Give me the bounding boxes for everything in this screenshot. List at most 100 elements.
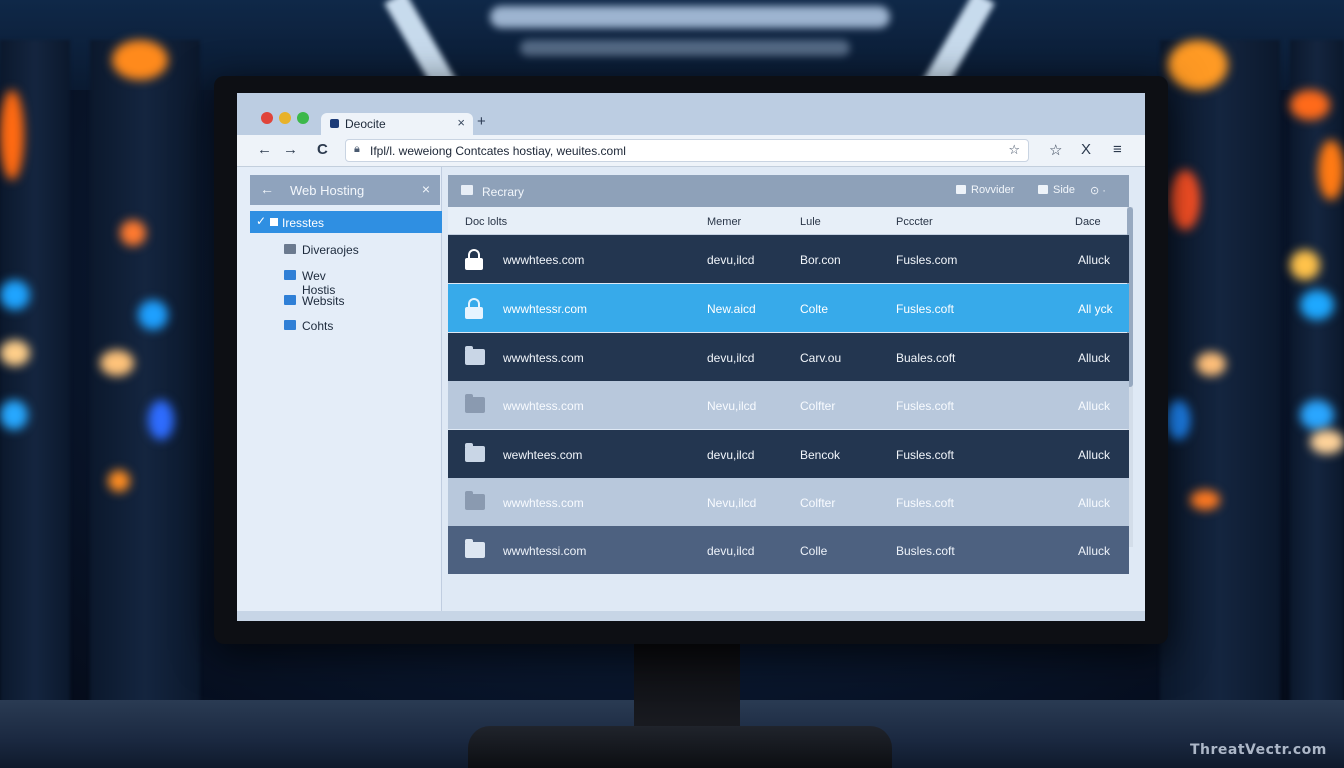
server-led — [1318, 140, 1344, 200]
table-cell-member: Nevu,ilcd — [707, 399, 757, 413]
ceiling-light — [520, 40, 850, 56]
table-cell-rule: Bencok — [800, 448, 841, 462]
folder-icon — [284, 320, 296, 330]
table-cell-rule: Colfter — [800, 496, 836, 510]
table-cell-date: Alluck — [1078, 448, 1111, 462]
table-row[interactable]: wewhtees.com devu,ilcd Bencok Fusles.coft Al… — [448, 430, 1129, 478]
lock-icon: 🔒︎ — [354, 143, 360, 155]
side-button[interactable]: Side — [1038, 184, 1075, 196]
forward-arrow-icon[interactable]: → — [283, 141, 298, 158]
table-cell-date: All yck — [1078, 302, 1113, 316]
table-row[interactable]: wwwhtessi.com devu,ilcd Colle Busles.coft Al… — [448, 526, 1129, 574]
table-row[interactable]: wwwhtess.com Nevu,ilcd Colfter Fusles.coft A… — [448, 478, 1129, 526]
folder-icon — [465, 346, 487, 367]
main-title: Recrary — [482, 185, 525, 199]
sidebar-item-selected[interactable]: ✓ Iresstes — [250, 211, 442, 233]
browser-tabbar: Deocite × + — [237, 93, 1145, 135]
server-led — [100, 350, 134, 376]
reload-icon[interactable]: C — [317, 141, 328, 158]
back-arrow-icon[interactable]: ← — [257, 141, 272, 158]
minimize-window-dot[interactable] — [279, 112, 291, 124]
table-cell-member: Nevu,ilcd — [707, 496, 757, 510]
monitor-stand-base — [468, 726, 892, 768]
provider-button[interactable]: Rovvider — [956, 184, 1014, 196]
server-rack — [90, 40, 200, 720]
new-tab-button[interactable]: + — [477, 113, 486, 130]
server-led — [1290, 250, 1320, 280]
column-header[interactable]: Pcccter — [896, 216, 933, 228]
table-cell-rule: Bor.con — [800, 253, 841, 267]
folder-icon — [465, 394, 487, 415]
table-cell-domain: wwwhtess.com — [503, 399, 584, 413]
maximize-window-dot[interactable] — [297, 112, 309, 124]
server-led — [1190, 490, 1220, 510]
bookmark-star-icon[interactable]: ☆ — [1008, 142, 1020, 158]
sidebar-header: ← Web Hosting × — [250, 175, 440, 205]
settings-dropdown[interactable]: ⊙ · — [1090, 184, 1106, 197]
table-cell-member: devu,ilcd — [707, 544, 755, 558]
column-header[interactable]: Lule — [800, 216, 821, 228]
table-row[interactable]: wwwhtees.com devu,ilcd Bor.con Fusles.com Al… — [448, 235, 1129, 283]
folder-icon — [465, 443, 487, 464]
server-led — [120, 220, 146, 246]
table-cell-porter: Fusles.coft — [896, 399, 955, 413]
hosting-app: ← Web Hosting × ✓ Iresstes Diveraojes We… — [237, 167, 1145, 621]
server-led — [108, 470, 130, 492]
table-row[interactable]: wwwhtess.com Nevu,ilcd Colfter Fusles.coft A… — [448, 381, 1129, 429]
table-cell-porter: Fusles.coft — [896, 448, 955, 462]
provider-label: Rovvider — [971, 184, 1015, 196]
table-cell-date: Alluck — [1078, 496, 1111, 510]
provider-icon — [956, 185, 966, 194]
tab-close-icon[interactable]: × — [457, 115, 465, 130]
server-led — [0, 340, 30, 366]
table-row[interactable]: wwwhtess.com devu,ilcd Carv.ou Buales.coft A… — [448, 333, 1129, 381]
bookmarks-icon[interactable]: ☆ — [1049, 141, 1062, 159]
extensions-icon[interactable]: X — [1081, 141, 1091, 158]
check-icon: ✓ — [256, 214, 267, 228]
server-led — [148, 400, 174, 440]
server-led — [138, 300, 168, 330]
close-window-dot[interactable] — [261, 112, 273, 124]
sidebar-back-icon[interactable]: ← — [260, 181, 274, 197]
server-led — [0, 90, 24, 180]
sidebar-item-label: Websits — [302, 294, 345, 308]
server-led — [0, 280, 30, 310]
column-header[interactable]: Doc lolts — [465, 216, 507, 228]
side-label: Side — [1053, 184, 1076, 196]
table-cell-rule: Colte — [800, 302, 829, 316]
sidebar: ← Web Hosting × ✓ Iresstes Diveraojes We… — [237, 167, 442, 611]
main-header: Recrary Rovvider Side ⊙ · — [448, 175, 1129, 207]
column-header[interactable]: Dace — [1075, 216, 1101, 228]
folder-icon — [465, 539, 487, 560]
server-led — [0, 400, 28, 430]
monitor: Deocite × + ← → C 🔒︎ Ifpl/l. weweiong Co… — [214, 76, 1168, 644]
site-favicon-icon — [330, 119, 339, 128]
table-cell-member: devu,ilcd — [707, 351, 755, 365]
menu-icon[interactable]: ≡ — [1113, 141, 1122, 158]
table-cell-domain: wewhtees.com — [503, 448, 583, 462]
sidebar-close-icon[interactable]: × — [422, 181, 430, 197]
ceiling-light — [490, 6, 890, 28]
server-led — [112, 40, 168, 80]
table-row[interactable]: wwwhtessr.com New.aicd Colte Fusles.coft All… — [448, 284, 1129, 332]
table-cell-member: devu,ilcd — [707, 253, 755, 267]
address-bar[interactable]: 🔒︎ Ifpl/l. weweiong Contcates hostiay, w… — [345, 139, 1029, 162]
table-cell-porter: Fusles.coft — [896, 302, 955, 316]
table-cell-member: devu,ilcd — [707, 448, 755, 462]
folder-icon — [284, 244, 296, 254]
sidebar-item-label: Wev Hostis — [302, 269, 336, 297]
lock-icon — [465, 298, 487, 319]
folder-icon — [284, 295, 296, 305]
table-cell-rule: Colfter — [800, 399, 836, 413]
main-panel: Recrary Rovvider Side ⊙ · Doc lolts Meme… — [448, 167, 1145, 611]
server-led — [1170, 170, 1200, 230]
column-header[interactable]: Memer — [707, 216, 741, 228]
table-cell-porter: Fusles.com — [896, 253, 958, 267]
table-cell-rule: Carv.ou — [800, 351, 842, 365]
table-cell-porter: Busles.coft — [896, 544, 955, 558]
watermark: ThreatVectr.com — [1190, 742, 1327, 758]
table-cell-domain: wwwhtees.com — [503, 253, 585, 267]
browser-tab[interactable]: Deocite × — [321, 113, 473, 135]
folder-icon — [270, 218, 278, 226]
url-text: Ifpl/l. weweiong Contcates hostiay, weui… — [370, 144, 626, 158]
